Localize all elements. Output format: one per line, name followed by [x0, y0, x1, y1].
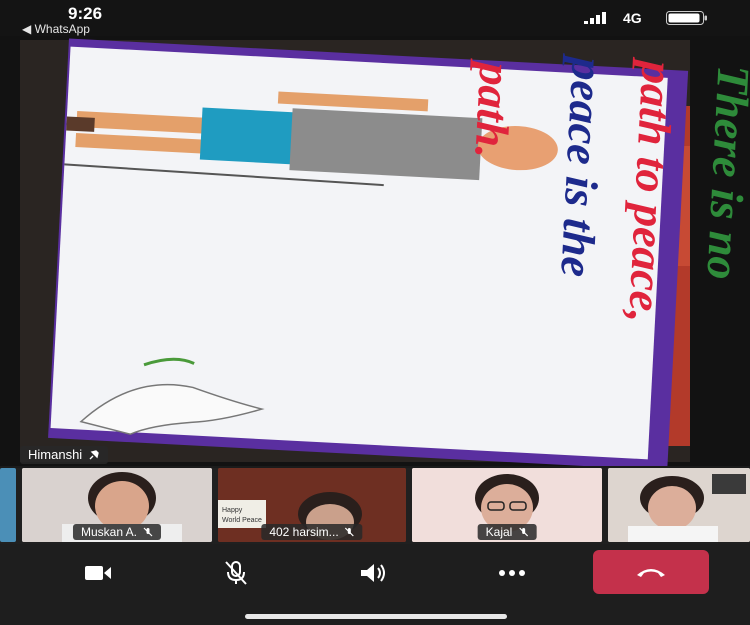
- call-controls: [0, 544, 750, 625]
- poster-line-4: path.: [465, 58, 521, 160]
- svg-text:World Peace: World Peace: [222, 517, 262, 524]
- background-poster-text: Happy: [222, 507, 243, 514]
- pin-icon: [89, 450, 99, 460]
- participant-thumb-harsim[interactable]: Happy World Peace 402 harsim...: [218, 468, 406, 542]
- participant-name: Muskan A.: [80, 525, 138, 539]
- mic-off-icon: [345, 527, 355, 537]
- more-icon: [499, 570, 525, 576]
- mic-off-icon: [518, 527, 528, 537]
- camera-icon: [85, 566, 111, 580]
- participant-thumb-kajal[interactable]: Kajal: [412, 468, 602, 542]
- participant-name: 402 harsim...: [269, 525, 339, 539]
- more-options-button[interactable]: [466, 550, 558, 596]
- mic-off-icon: [143, 527, 153, 537]
- mic-off-icon: [225, 561, 247, 585]
- participant-label: Muskan A.: [72, 524, 162, 540]
- main-participant-name: Himanshi: [28, 447, 83, 462]
- participant-label: Kajal: [477, 524, 537, 540]
- speaker-icon: [361, 564, 385, 582]
- participant-label: 402 harsim...: [261, 524, 363, 540]
- signal-icon: [584, 12, 606, 24]
- participant-thumb-4[interactable]: [608, 468, 750, 542]
- participant-strip: Muskan A. Happy World Peace 402 harsim..…: [0, 468, 750, 544]
- back-to-whatsapp-link[interactable]: ◀ WhatsApp: [22, 22, 90, 36]
- participant-thumb-partial[interactable]: [0, 468, 16, 542]
- main-video[interactable]: There is no path to peace, peace is the …: [0, 36, 750, 466]
- camera-button[interactable]: [52, 550, 144, 596]
- network-type: 4G: [623, 10, 642, 26]
- clock: 9:26: [68, 4, 103, 23]
- battery-icon: [666, 11, 707, 25]
- mic-button[interactable]: [190, 550, 282, 596]
- participant-name: Kajal: [485, 525, 513, 539]
- hang-up-button[interactable]: [593, 550, 709, 594]
- poster-video-frame: There is no path to peace, peace is the …: [0, 36, 750, 466]
- participant-video: [608, 468, 750, 542]
- participant-thumb-muskan[interactable]: Muskan A.: [22, 468, 212, 542]
- home-indicator[interactable]: [245, 614, 507, 619]
- speaker-button[interactable]: [328, 550, 420, 596]
- main-participant-label: Himanshi: [20, 446, 109, 464]
- status-bar: 9:26 ◀ WhatsApp 4G: [0, 0, 750, 36]
- hangup-icon: [637, 569, 665, 577]
